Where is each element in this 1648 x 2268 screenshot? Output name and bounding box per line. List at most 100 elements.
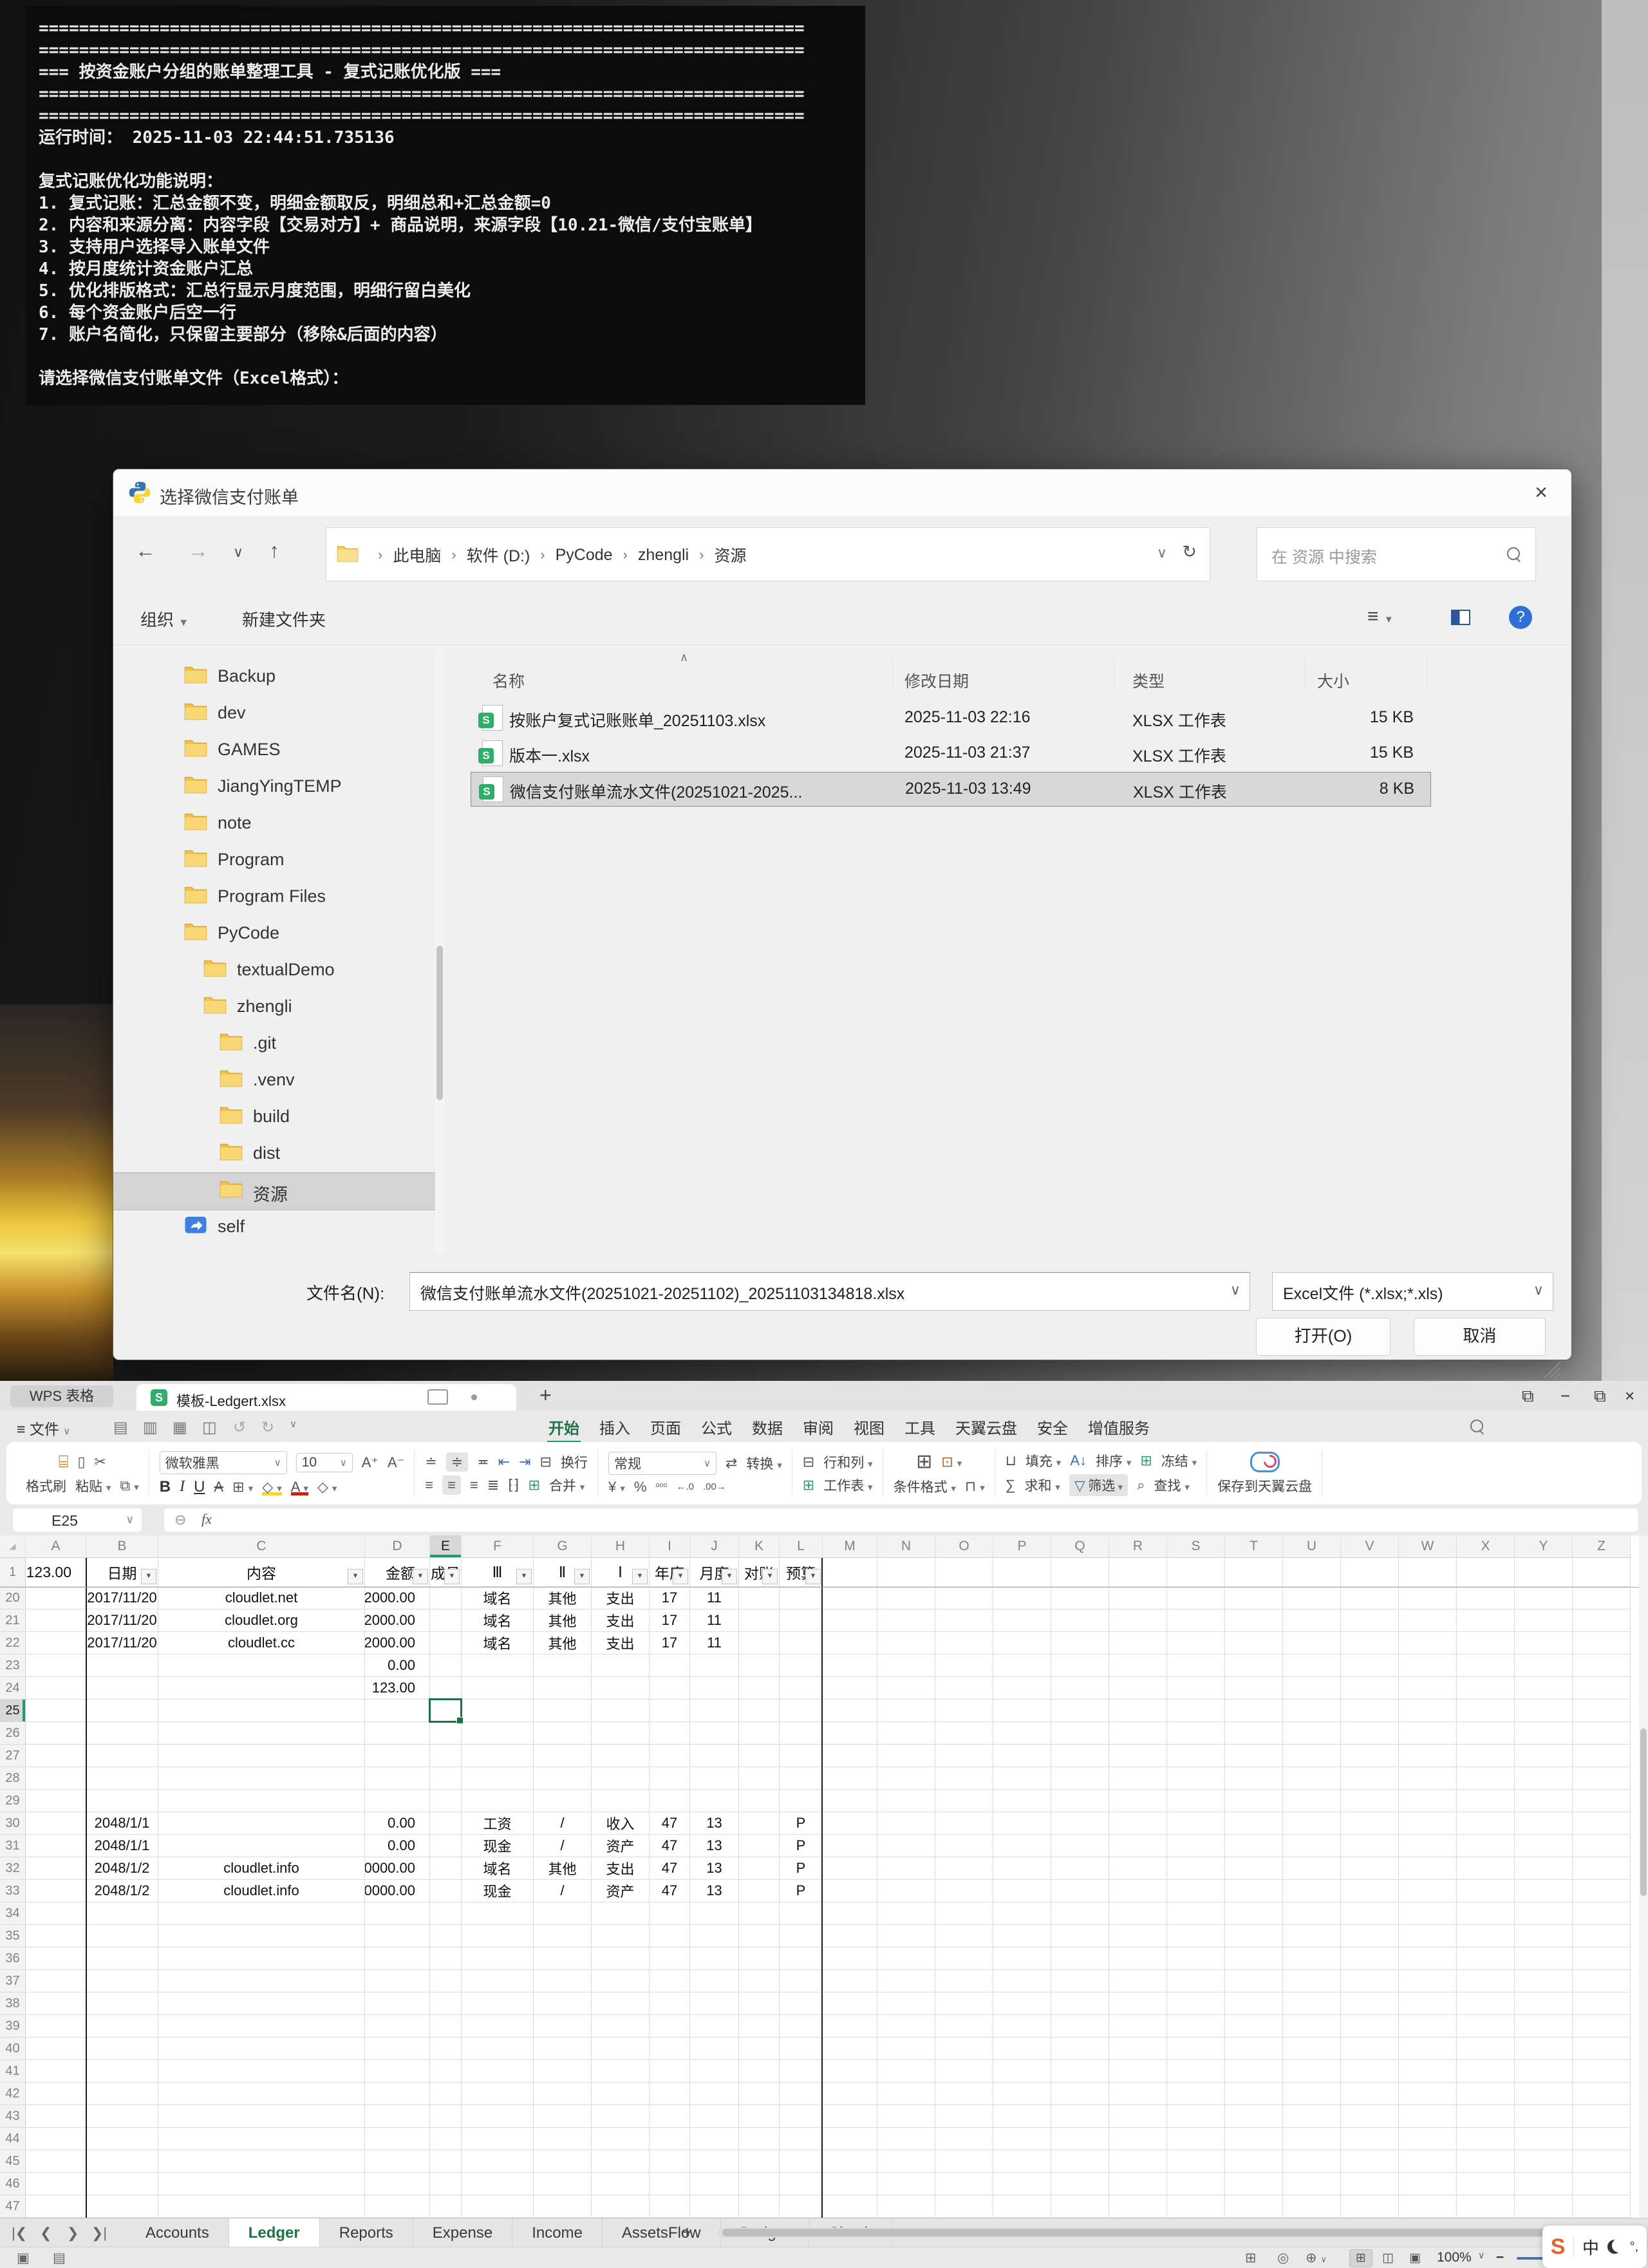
sheet-tab-ledger[interactable]: Ledger <box>229 2218 320 2247</box>
cell-U47[interactable] <box>1283 2195 1341 2218</box>
cell-B41[interactable] <box>86 2060 158 2083</box>
cell-H46[interactable] <box>592 2173 650 2195</box>
cell-E29[interactable] <box>430 1790 462 1812</box>
cell-U20[interactable] <box>1283 1587 1341 1609</box>
cell-C22[interactable]: cloudlet.cc <box>158 1632 365 1654</box>
cell-M39[interactable] <box>823 2015 877 2038</box>
cell-K35[interactable] <box>739 1925 780 1947</box>
cell-M30[interactable] <box>823 1812 877 1835</box>
cell-T1[interactable] <box>1225 1558 1283 1587</box>
cell-B40[interactable] <box>86 2038 158 2060</box>
record-icon[interactable]: ◎ <box>1277 2250 1289 2266</box>
cell-X39[interactable] <box>1457 2015 1515 2038</box>
cell-F33[interactable]: 现金 <box>462 1880 534 1902</box>
row-number-37[interactable]: 37 <box>0 1970 26 1992</box>
cell-R33[interactable] <box>1109 1880 1167 1902</box>
column-header-B[interactable]: B <box>86 1535 158 1558</box>
cell-F35[interactable] <box>462 1925 534 1947</box>
cell-W20[interactable] <box>1399 1587 1457 1609</box>
bold-button[interactable]: B <box>160 1478 171 1496</box>
row-number-32[interactable]: 32 <box>0 1857 26 1880</box>
fill-button[interactable]: 填充 ▾ <box>1025 1451 1061 1470</box>
cell-I47[interactable] <box>650 2195 690 2218</box>
clear-format-button[interactable]: ◇ ▾ <box>317 1479 337 1495</box>
cell-R47[interactable] <box>1109 2195 1167 2218</box>
cell-X34[interactable] <box>1457 1902 1515 1925</box>
cell-Z28[interactable] <box>1573 1767 1631 1790</box>
cell-Q29[interactable] <box>1051 1790 1109 1812</box>
conditional-format-button[interactable]: 条件格式 ▾ <box>894 1477 956 1496</box>
cell-O30[interactable] <box>935 1812 993 1835</box>
cell-E26[interactable] <box>430 1722 462 1745</box>
cell-O36[interactable] <box>935 1947 993 1970</box>
wps-app-tab[interactable]: WPS 表格 <box>10 1385 113 1407</box>
cell-H37[interactable] <box>592 1970 650 1992</box>
cell-X38[interactable] <box>1457 1992 1515 2015</box>
cell-I32[interactable]: 47 <box>650 1857 690 1880</box>
cell-T24[interactable] <box>1225 1677 1283 1700</box>
cell-C42[interactable] <box>158 2083 365 2105</box>
filter-dropdown-icon[interactable]: ▼ <box>673 1569 688 1584</box>
filter-dropdown-icon[interactable]: ▼ <box>632 1569 648 1584</box>
cell-H45[interactable] <box>592 2150 650 2173</box>
cell-N35[interactable] <box>877 1925 935 1947</box>
cell-V25[interactable] <box>1341 1700 1399 1722</box>
cell-Z40[interactable] <box>1573 2038 1631 2060</box>
wps-ime-logo-icon[interactable]: S <box>1551 2235 1566 2260</box>
cell-T23[interactable] <box>1225 1654 1283 1677</box>
cell-L24[interactable] <box>780 1677 823 1700</box>
cell-B42[interactable] <box>86 2083 158 2105</box>
cell-L20[interactable] <box>780 1587 823 1609</box>
cell-E34[interactable] <box>430 1902 462 1925</box>
cell-G30[interactable]: / <box>534 1812 592 1835</box>
cell-E27[interactable] <box>430 1745 462 1767</box>
column-header-A[interactable]: A <box>26 1535 86 1558</box>
cell-A1[interactable]: 123.00 <box>26 1558 86 1587</box>
cell-M38[interactable] <box>823 1992 877 2015</box>
normal-view-icon[interactable]: ⊞ <box>1349 2249 1372 2267</box>
cell-X25[interactable] <box>1457 1700 1515 1722</box>
cell-O34[interactable] <box>935 1902 993 1925</box>
cell-F39[interactable] <box>462 2015 534 2038</box>
cell-Y27[interactable] <box>1515 1745 1573 1767</box>
cell-T27[interactable] <box>1225 1745 1283 1767</box>
cell-W25[interactable] <box>1399 1700 1457 1722</box>
cell-N29[interactable] <box>877 1790 935 1812</box>
moon-icon[interactable] <box>1607 2240 1622 2254</box>
column-header-P[interactable]: P <box>993 1535 1051 1558</box>
cell-X31[interactable] <box>1457 1835 1515 1857</box>
cell-F47[interactable] <box>462 2195 534 2218</box>
next-sheet-icon[interactable]: ❯ <box>67 2225 79 2242</box>
cell-Y39[interactable] <box>1515 2015 1573 2038</box>
filter-dropdown-icon[interactable]: ▼ <box>722 1569 737 1584</box>
cell-S41[interactable] <box>1167 2060 1225 2083</box>
cell-X35[interactable] <box>1457 1925 1515 1947</box>
cell-J20[interactable]: 11 <box>690 1587 739 1609</box>
cell-Z47[interactable] <box>1573 2195 1631 2218</box>
cell-C46[interactable] <box>158 2173 365 2195</box>
paste-icon[interactable]: ▯ <box>77 1454 85 1470</box>
row-number-25[interactable]: 25 <box>0 1700 26 1722</box>
cell-P36[interactable] <box>993 1947 1051 1970</box>
cell-N24[interactable] <box>877 1677 935 1700</box>
thousands-icon[interactable]: ⁰⁰⁰ <box>655 1481 667 1493</box>
cell-Q36[interactable] <box>1051 1947 1109 1970</box>
cell-H30[interactable]: 收入 <box>592 1812 650 1835</box>
cell-O25[interactable] <box>935 1700 993 1722</box>
cell-U28[interactable] <box>1283 1767 1341 1790</box>
cell-H34[interactable] <box>592 1902 650 1925</box>
close-icon[interactable]: × <box>1625 1386 1634 1406</box>
cell-W35[interactable] <box>1399 1925 1457 1947</box>
cell-B23[interactable] <box>86 1654 158 1677</box>
cell-V35[interactable] <box>1341 1925 1399 1947</box>
punctuation-icon[interactable]: °, <box>1630 2240 1639 2254</box>
back-icon[interactable]: ← <box>135 539 156 563</box>
cell-E36[interactable] <box>430 1947 462 1970</box>
cell-X47[interactable] <box>1457 2195 1515 2218</box>
cell-D20[interactable]: 2000.00 <box>365 1587 430 1609</box>
cell-R32[interactable] <box>1109 1857 1167 1880</box>
cell-F23[interactable] <box>462 1654 534 1677</box>
cell-E21[interactable] <box>430 1609 462 1632</box>
column-header-Z[interactable]: Z <box>1573 1535 1631 1558</box>
freeze-button[interactable]: 冻结 ▾ <box>1161 1451 1197 1470</box>
